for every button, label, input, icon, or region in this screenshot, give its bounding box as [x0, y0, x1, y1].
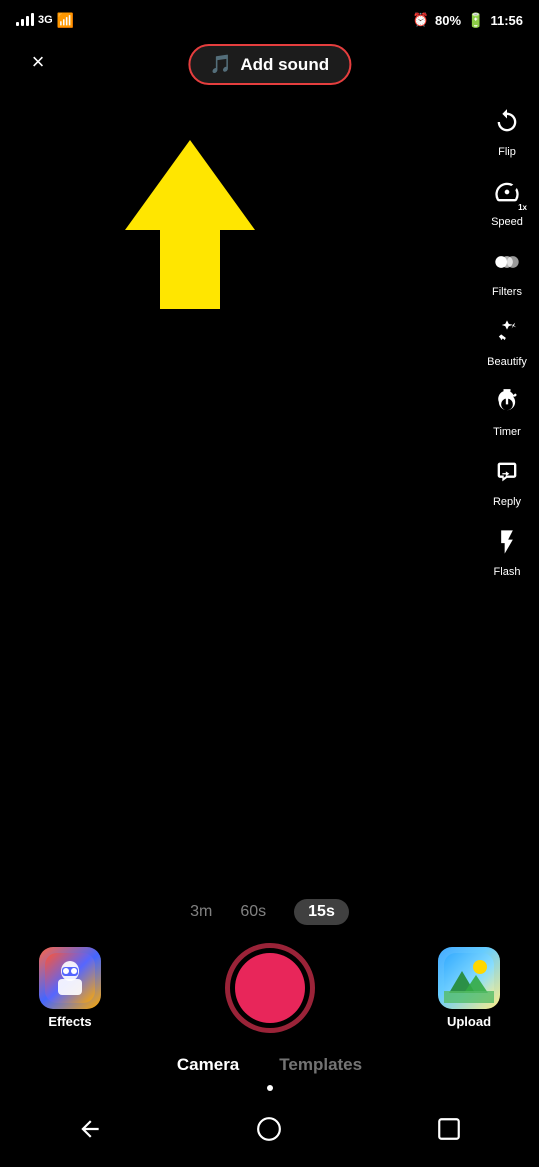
add-sound-label: Add sound	[240, 55, 329, 75]
effects-label: Effects	[48, 1014, 91, 1029]
back-button[interactable]	[68, 1107, 112, 1151]
close-icon: ×	[32, 49, 45, 75]
close-button[interactable]: ×	[20, 44, 56, 80]
add-sound-button[interactable]: 🎵 Add sound	[188, 44, 351, 85]
flip-button[interactable]: Flip	[485, 100, 529, 158]
beautify-label: Beautify	[487, 356, 527, 368]
effects-icon	[39, 947, 101, 1009]
status-right: ⏰ 80% 🔋 11:56	[413, 12, 523, 29]
flash-button[interactable]: Flash	[485, 520, 529, 578]
music-note-icon: 🎵	[210, 54, 232, 75]
upload-button[interactable]: Upload	[429, 947, 509, 1029]
timer-button[interactable]: Timer	[485, 380, 529, 438]
tab-indicator	[0, 1085, 539, 1097]
status-bar: 3G 📶 ⏰ 80% 🔋 11:56	[0, 0, 539, 36]
filters-button[interactable]: Filters	[485, 240, 529, 298]
upload-icon	[438, 947, 500, 1009]
effects-image	[45, 953, 95, 1003]
camera-row: Effects	[0, 935, 539, 1045]
filters-icon	[485, 240, 529, 284]
duration-60s[interactable]: 60s	[240, 903, 266, 921]
upload-image	[444, 953, 494, 1003]
filters-label: Filters	[492, 286, 522, 298]
timer-label: Timer	[493, 426, 521, 438]
signal-icon	[16, 14, 34, 26]
nav-bar	[0, 1097, 539, 1167]
recents-button[interactable]	[427, 1107, 471, 1151]
reply-icon	[485, 450, 529, 494]
timer-icon	[485, 380, 529, 424]
beautify-button[interactable]: Beautify	[485, 310, 529, 368]
tab-camera[interactable]: Camera	[177, 1055, 239, 1079]
speed-button[interactable]: 1x Speed	[485, 170, 529, 228]
duration-3m[interactable]: 3m	[190, 903, 212, 921]
speed-label: Speed	[491, 216, 523, 228]
flip-label: Flip	[498, 146, 516, 158]
home-button[interactable]	[247, 1107, 291, 1151]
time-display: 11:56	[490, 13, 523, 28]
bottom-area: 3m 60s 15s	[0, 887, 539, 1167]
alarm-icon: ⏰	[413, 12, 429, 28]
recents-icon	[436, 1116, 462, 1142]
record-inner	[235, 953, 305, 1023]
tab-row: Camera Templates	[0, 1045, 539, 1085]
duration-row: 3m 60s 15s	[0, 887, 539, 935]
status-left: 3G 📶	[16, 12, 74, 29]
battery-percent: 80%	[435, 13, 461, 28]
tab-active-dot	[267, 1085, 273, 1091]
reply-button[interactable]: Reply	[485, 450, 529, 508]
network-type: 3G	[38, 14, 53, 26]
home-icon	[256, 1116, 282, 1142]
right-controls-panel: Flip 1x Speed Filters Beautify	[485, 100, 529, 586]
flip-icon	[485, 100, 529, 144]
battery-icon: 🔋	[467, 12, 484, 29]
record-button-wrap	[225, 943, 315, 1033]
upload-label: Upload	[447, 1014, 491, 1029]
speed-icon: 1x	[485, 170, 529, 214]
flash-icon	[485, 520, 529, 564]
wifi-icon: 📶	[57, 12, 74, 29]
record-button[interactable]	[225, 943, 315, 1033]
flash-label: Flash	[494, 566, 521, 578]
back-icon	[77, 1116, 103, 1142]
reply-label: Reply	[493, 496, 521, 508]
duration-15s[interactable]: 15s	[294, 899, 349, 925]
beautify-icon	[485, 310, 529, 354]
effects-button[interactable]: Effects	[30, 947, 110, 1029]
tab-templates[interactable]: Templates	[279, 1055, 362, 1079]
